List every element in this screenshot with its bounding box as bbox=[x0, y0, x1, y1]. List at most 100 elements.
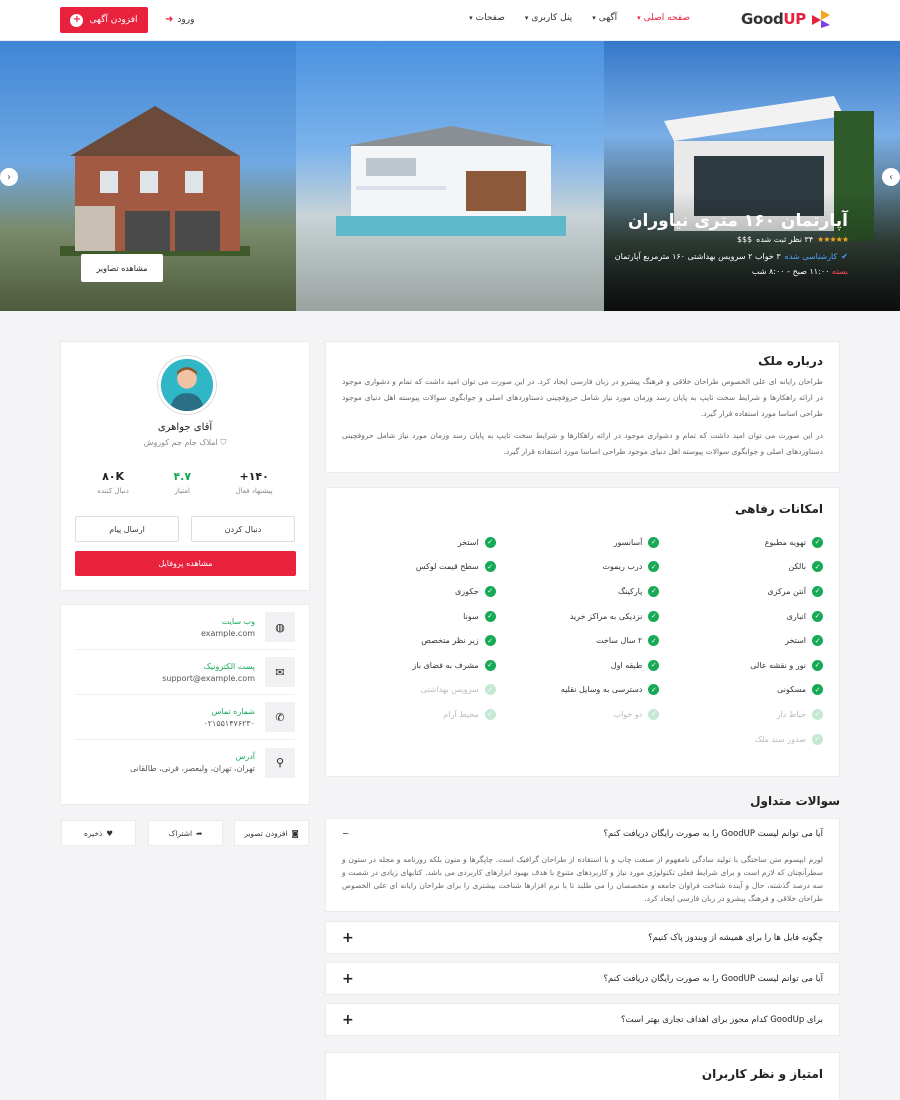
view-profile-button[interactable]: مشاهده پروفایل bbox=[75, 551, 296, 576]
add-photo-button[interactable]: ◙ افزودن تصویر bbox=[234, 820, 309, 846]
main-nav: صفحه اصلی ▾ آگهی ▾ پنل کاربری ▾ صفحات ▾ bbox=[469, 13, 690, 23]
nav-pages[interactable]: صفحات ▾ bbox=[469, 13, 505, 23]
listing-title: آپارتمان ۱۶۰ متری نیاوران bbox=[628, 211, 848, 231]
amenity-item: ✓ طبقه اول bbox=[506, 653, 660, 678]
open-status: بسته bbox=[831, 267, 848, 276]
section-title: درباره ملک bbox=[758, 354, 823, 368]
amenities-list: ✓ تهویه مطبوع ✓ آسانسور ✓ استخر ✓ بالکن ✓ درب ریم… bbox=[342, 530, 823, 751]
sign-in-icon: ➜ bbox=[165, 14, 174, 25]
listing-rating: ★★★★★ ۳۴ نظر ثبت شده $$$ bbox=[615, 235, 849, 244]
amenity-item: ✓ مسکونی bbox=[669, 678, 823, 703]
chevron-down-icon: ▾ bbox=[592, 14, 596, 22]
amenity-label: تهویه مطبوع bbox=[764, 537, 806, 547]
stat-followers: ۸۰K دنبال کننده bbox=[97, 470, 129, 495]
contact-info-card: ◍ وب سایت example.com ✉ پست الکترونیک supp… bbox=[60, 604, 310, 805]
avatar[interactable] bbox=[158, 356, 216, 414]
gallery-photo[interactable] bbox=[296, 41, 604, 311]
mail-icon: ✉ bbox=[265, 657, 295, 687]
amenity-label: زیر نظر متخصص bbox=[421, 636, 479, 646]
amenity-label: مشرف به فضای باز bbox=[412, 660, 479, 670]
amenity-item: ✓ نور و نقشه عالی bbox=[669, 653, 823, 678]
minus-icon[interactable]: − bbox=[342, 829, 349, 839]
house-illustration bbox=[60, 106, 250, 256]
follow-button[interactable]: دنبال کردن bbox=[191, 516, 295, 542]
check-circle-icon: ✓ bbox=[484, 610, 496, 622]
logo-text: Good bbox=[740, 10, 784, 28]
plus-icon: + bbox=[70, 13, 84, 27]
faq-item[interactable]: برای GoodUp کدام مجوز برای اهداف تجاری ب… bbox=[325, 1003, 840, 1036]
price-level: $$$ bbox=[736, 235, 753, 244]
faq-item[interactable]: چگونه فایل ها را برای همیشه از ویندوز پا… bbox=[325, 921, 840, 954]
check-circle-icon: ✓ bbox=[484, 684, 496, 696]
plus-icon: + bbox=[342, 1011, 354, 1028]
amenity-label: درب ریموت bbox=[602, 562, 643, 572]
agent-stats: ۱۴۰+ پیشنهاد فعال ۴.۷ امتیاز ۸۰K دنبال ک… bbox=[61, 470, 309, 495]
amenity-item: ✓ درب ریموت bbox=[506, 555, 660, 580]
check-circle-icon: ✓ bbox=[812, 684, 823, 696]
check-circle-icon: ✓ bbox=[648, 635, 660, 647]
contact-phone[interactable]: ✆ شماره تماس ۰۲۱۵۵۱۴۷۶۲۳۰ bbox=[75, 695, 295, 740]
check-circle-icon: ✓ bbox=[648, 708, 660, 720]
save-button[interactable]: ♥ ذخیره bbox=[61, 820, 136, 846]
nav-home[interactable]: صفحه اصلی ▾ bbox=[637, 13, 690, 23]
send-message-button[interactable]: ارسال پیام bbox=[75, 516, 179, 542]
check-circle-icon: ✓ bbox=[484, 536, 496, 548]
check-circle-icon: ✓ bbox=[648, 536, 660, 548]
agent-company: ⛉ املاک جام جم کوروش bbox=[143, 438, 227, 447]
hours-range: ۱۱:۰۰ صبح - ۸:۰۰ شب bbox=[751, 267, 830, 276]
gallery-prev-button[interactable]: ‹ bbox=[0, 168, 18, 186]
amenity-label: انباری bbox=[786, 611, 806, 621]
reviews-card: امتیاز و نظر کاربران bbox=[325, 1052, 840, 1100]
stat-offers: ۱۴۰+ پیشنهاد فعال bbox=[235, 470, 273, 495]
faq-title: سوالات متداول bbox=[750, 794, 840, 808]
amenity-label: مسکونی bbox=[777, 685, 806, 695]
listing-details: ✔ کارشناسی شده ۳ خواب ۲ سرویس بهداشتی ۱۶… bbox=[615, 252, 848, 261]
amenity-item: ✓ پارکینگ bbox=[506, 579, 660, 604]
logo[interactable]: GoodUP bbox=[741, 8, 832, 30]
contact-address[interactable]: ⚲ آدرس تهران، تهران، ولیعصر، قرنی، طالقان… bbox=[75, 740, 295, 785]
top-navbar: GoodUP صفحه اصلی ▾ آگهی ▾ پنل کاربری ▾ صفحا… bbox=[0, 0, 900, 41]
amenity-item: ✓ نزدیکی به مراکز خرید bbox=[506, 604, 660, 629]
amenity-label: استخر bbox=[785, 636, 806, 646]
amenity-label: ۲ سال ساخت bbox=[596, 636, 643, 646]
listing-specs: ۳ خواب ۲ سرویس بهداشتی ۱۶۰ مترمربع آپارت… bbox=[614, 252, 781, 261]
login-link[interactable]: ورود ➜ bbox=[165, 14, 194, 25]
agent-name: آقای جواهری bbox=[157, 422, 213, 433]
amenity-label: جکوزی bbox=[455, 586, 479, 596]
gallery-next-button[interactable]: › bbox=[882, 168, 900, 186]
add-listing-label: افزودن آگهی bbox=[89, 15, 138, 25]
person-icon bbox=[161, 359, 213, 411]
add-listing-button[interactable]: افزودن آگهی + bbox=[60, 7, 148, 33]
check-circle-icon: ✓ bbox=[812, 610, 823, 622]
chevron-down-icon: ▾ bbox=[469, 14, 473, 22]
share-icon: ➦ bbox=[196, 828, 203, 838]
amenity-item: ✓ استخر bbox=[342, 530, 496, 555]
amenity-label: سونا bbox=[463, 611, 479, 621]
amenity-label: دو خواب bbox=[613, 709, 643, 719]
camera-icon: ◙ bbox=[291, 828, 299, 838]
amenity-item: ✓ ۲ سال ساخت bbox=[506, 628, 660, 653]
plus-icon: + bbox=[342, 970, 354, 987]
view-photos-button[interactable]: مشاهده تصاویر bbox=[81, 254, 163, 282]
faq-item[interactable]: آیا می توانم لیست GoodUP را به صورت رایگ… bbox=[325, 962, 840, 995]
amenity-label: بالکن bbox=[788, 562, 806, 572]
shield-icon: ⛉ bbox=[220, 438, 227, 447]
verified-icon: ✔ bbox=[841, 252, 848, 261]
opening-hours: بسته ۱۱:۰۰ صبح - ۸:۰۰ شب bbox=[615, 267, 848, 276]
contact-website[interactable]: ◍ وب سایت example.com bbox=[75, 605, 295, 650]
amenity-item: ✓ آسانسور bbox=[506, 530, 660, 555]
amenity-item: ✓ سونا bbox=[342, 604, 496, 629]
amenity-label: محیط آرام bbox=[443, 709, 479, 719]
listing-summary: آپارتمان ۱۶۰ متری نیاوران ★★★★★ ۳۴ نظر ث… bbox=[615, 211, 849, 276]
share-button[interactable]: ➦ اشتراک bbox=[148, 820, 223, 846]
nav-user-panel[interactable]: پنل کاربری ▾ bbox=[525, 13, 572, 23]
chevron-left-icon: ‹ bbox=[7, 171, 11, 183]
faq-item-expanded[interactable]: آیا می توانم لیست GoodUP را به صورت رایگ… bbox=[325, 818, 840, 912]
heart-icon: ♥ bbox=[106, 828, 114, 838]
check-circle-icon: ✓ bbox=[812, 561, 823, 573]
contact-email[interactable]: ✉ پست الکترونیک support@example.com bbox=[75, 650, 295, 695]
amenity-label: صدور سند ملک bbox=[754, 734, 806, 744]
faq-question: آیا می توانم لیست GoodUP را به صورت رایگ… bbox=[603, 829, 823, 839]
nav-listings[interactable]: آگهی ▾ bbox=[592, 13, 617, 23]
check-circle-icon: ✓ bbox=[812, 733, 823, 745]
